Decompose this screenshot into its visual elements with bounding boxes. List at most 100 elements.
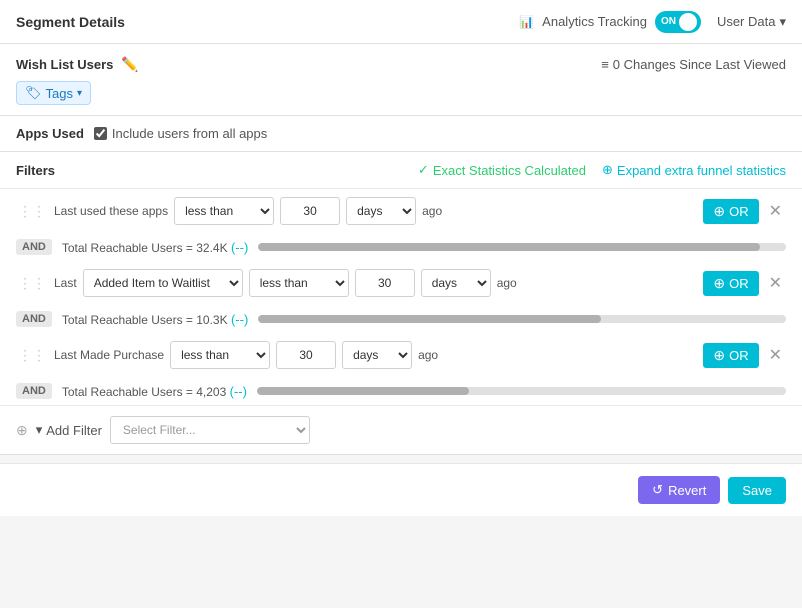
progress-bar-3-container	[257, 387, 786, 395]
revert-label: Revert	[668, 483, 706, 498]
add-filter-label: ▾ Add Filter	[36, 422, 102, 438]
filter-row-3: ⋮⋮ Last Made Purchase less than more tha…	[0, 333, 802, 377]
filter-row-2: ⋮⋮ Last Added Item to Waitlist Made Purc…	[0, 261, 802, 305]
progress-bar-2	[258, 315, 601, 323]
tag-icon: 🏷	[25, 85, 42, 101]
filter-1-prefix: Last used these apps	[54, 204, 168, 218]
changes-label: 0 Changes Since Last Viewed	[613, 57, 786, 72]
changes-link[interactable]: ≡ 0 Changes Since Last Viewed	[601, 57, 786, 72]
revert-icon: ↺	[652, 482, 663, 498]
filters-section: Filters ✓ Exact Statistics Calculated ⊕ …	[0, 152, 802, 455]
filter-3-prefix: Last Made Purchase	[54, 348, 164, 362]
or-label-3: OR	[729, 348, 749, 363]
filter-1-suffix: ago	[422, 204, 442, 218]
or-label: OR	[729, 204, 749, 219]
toggle-label: ON	[661, 16, 676, 27]
include-all-apps-label[interactable]: Include users from all apps	[94, 126, 267, 141]
analytics-toggle[interactable]: ON	[655, 11, 701, 33]
edit-icon[interactable]: ✏️	[121, 56, 138, 73]
drag-handle-2[interactable]: ⋮⋮	[16, 275, 48, 292]
total-users-2: Total Reachable Users = 10.3K (--)	[62, 312, 248, 327]
header-right: 📊 Analytics Tracking ON User Data ▾	[519, 11, 786, 33]
tags-button[interactable]: 🏷 Tags ▾	[16, 81, 91, 105]
filter-1-condition[interactable]: less than more than exactly	[174, 197, 274, 225]
or-plus-icon: ⊕	[713, 203, 725, 220]
segment-title: Wish List Users	[16, 57, 113, 72]
filter-3-suffix: ago	[418, 348, 438, 362]
tags-caret: ▾	[77, 88, 82, 99]
user-data-label: User Data	[717, 14, 776, 29]
filter-2-delete[interactable]: ✕	[765, 271, 786, 295]
toggle-knob	[679, 13, 697, 31]
apps-title: Apps Used	[16, 126, 84, 141]
filter-3-unit[interactable]: days hours weeks	[342, 341, 412, 369]
and-badge-3: AND	[16, 383, 52, 399]
apps-header: Apps Used Include users from all apps	[16, 126, 786, 141]
filter-1-or-button[interactable]: ⊕ OR	[703, 199, 758, 224]
and-badge-2: AND	[16, 311, 52, 327]
and-badge-1: AND	[16, 239, 52, 255]
exact-stats: ✓ Exact Statistics Calculated	[418, 162, 586, 178]
user-data-menu[interactable]: User Data ▾	[717, 14, 786, 30]
app-header: Segment Details 📊 Analytics Tracking ON …	[0, 0, 802, 44]
page-title: Segment Details	[16, 14, 125, 30]
analytics-icon: 📊	[519, 15, 534, 29]
exact-stats-label: Exact Statistics Calculated	[433, 163, 586, 178]
filter-2-value[interactable]	[355, 269, 415, 297]
analytics-tracking: 📊 Analytics Tracking ON	[519, 11, 701, 33]
or-plus-icon-2: ⊕	[713, 275, 725, 292]
add-filter-plus-icon: ⊕	[16, 422, 28, 439]
user-data-chevron: ▾	[779, 14, 786, 30]
drag-handle-3[interactable]: ⋮⋮	[16, 347, 48, 364]
filter-row-1: ⋮⋮ Last used these apps less than more t…	[0, 189, 802, 233]
check-icon: ✓	[418, 162, 429, 178]
total-users-1: Total Reachable Users = 32.4K (--)	[62, 240, 248, 255]
filter-2-unit[interactable]: days hours weeks	[421, 269, 491, 297]
progress-bar-3	[257, 387, 469, 395]
add-filter-text: Add Filter	[46, 423, 102, 438]
tags-label: Tags	[46, 86, 73, 101]
drag-handle-1[interactable]: ⋮⋮	[16, 203, 48, 220]
filter-1-value[interactable]	[280, 197, 340, 225]
total-link-1[interactable]: (--)	[231, 240, 248, 255]
total-link-3[interactable]: (--)	[230, 384, 247, 399]
footer: ↺ Revert Save	[0, 463, 802, 516]
include-apps-text: Include users from all apps	[112, 126, 267, 141]
segment-top: Wish List Users ✏️ ≡ 0 Changes Since Las…	[16, 56, 786, 73]
and-row-1: AND Total Reachable Users = 32.4K (--)	[0, 233, 802, 261]
filter-2-condition[interactable]: less than more than exactly	[249, 269, 349, 297]
save-button[interactable]: Save	[728, 477, 786, 504]
and-row-2: AND Total Reachable Users = 10.3K (--)	[0, 305, 802, 333]
filter-3-delete[interactable]: ✕	[765, 343, 786, 367]
filter-3-or-button[interactable]: ⊕ OR	[703, 343, 758, 368]
apps-section: Apps Used Include users from all apps	[0, 116, 802, 152]
or-label-2: OR	[729, 276, 749, 291]
select-filter-dropdown[interactable]: Select Filter...	[110, 416, 310, 444]
tags-button-row: 🏷 Tags ▾	[16, 81, 786, 105]
expand-stats-label: Expand extra funnel statistics	[617, 163, 786, 178]
filter-2-or-button[interactable]: ⊕ OR	[703, 271, 758, 296]
filters-header: Filters ✓ Exact Statistics Calculated ⊕ …	[0, 152, 802, 189]
filter-2-last: Last	[54, 276, 77, 290]
save-label: Save	[742, 483, 772, 498]
filter-3-condition[interactable]: less than more than exactly	[170, 341, 270, 369]
segment-title-group: Wish List Users ✏️	[16, 56, 139, 73]
list-icon: ≡	[601, 57, 609, 72]
expand-stats[interactable]: ⊕ Expand extra funnel statistics	[602, 162, 786, 178]
filter-3-value[interactable]	[276, 341, 336, 369]
filter-1-delete[interactable]: ✕	[765, 199, 786, 223]
filters-title: Filters	[16, 163, 55, 178]
filter-1-unit[interactable]: days hours weeks	[346, 197, 416, 225]
revert-button[interactable]: ↺ Revert	[638, 476, 720, 504]
total-users-3: Total Reachable Users = 4,203 (--)	[62, 384, 247, 399]
add-filter-row: ⊕ ▾ Add Filter Select Filter...	[0, 405, 802, 454]
and-row-3: AND Total Reachable Users = 4,203 (--)	[0, 377, 802, 405]
progress-bar-2-container	[258, 315, 786, 323]
or-plus-icon-3: ⊕	[713, 347, 725, 364]
total-link-2[interactable]: (--)	[231, 312, 248, 327]
progress-bar-1	[258, 243, 759, 251]
filter-2-event[interactable]: Added Item to Waitlist Made Purchase Vie…	[83, 269, 243, 297]
include-all-apps-checkbox[interactable]	[94, 127, 107, 140]
filters-stats: ✓ Exact Statistics Calculated ⊕ Expand e…	[418, 162, 786, 178]
plus-circle-icon: ⊕	[602, 162, 613, 178]
